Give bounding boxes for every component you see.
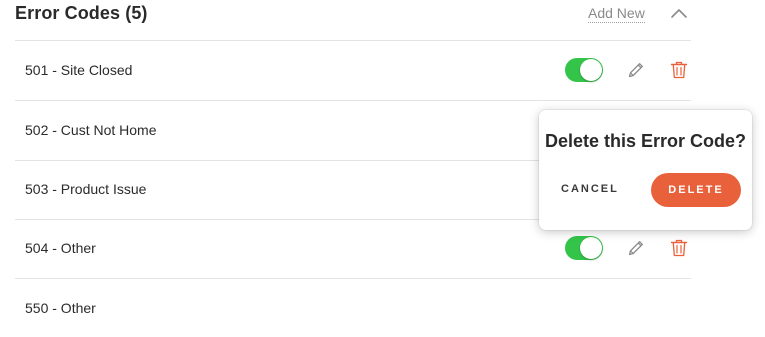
error-code-label: 502 - Cust Not Home: [25, 122, 157, 138]
pencil-icon: [628, 241, 643, 256]
trash-icon: [670, 61, 688, 79]
toggle-knob: [580, 237, 602, 259]
pencil-icon: [628, 63, 643, 78]
enable-toggle[interactable]: [565, 236, 603, 260]
popover-title: Delete this Error Code?: [544, 131, 747, 151]
page-title: Error Codes (5): [15, 3, 148, 23]
add-new-link[interactable]: Add New: [588, 5, 645, 23]
error-code-label: 504 - Other: [25, 240, 96, 256]
chevron-up-icon: [671, 9, 687, 18]
collapse-button[interactable]: [669, 6, 689, 20]
panel-header: Error Codes (5) Add New: [15, 0, 691, 41]
delete-button[interactable]: [670, 238, 688, 258]
error-code-label: 503 - Product Issue: [25, 181, 147, 197]
edit-button[interactable]: [626, 60, 646, 80]
error-code-label: 501 - Site Closed: [25, 62, 133, 78]
delete-confirm-popover: Delete this Error Code? CANCEL DELETE: [539, 110, 752, 230]
cancel-button[interactable]: CANCEL: [561, 183, 619, 195]
error-codes-panel: Error Codes (5) Add New 501 - Site Close…: [0, 0, 765, 337]
enable-toggle[interactable]: [565, 58, 603, 82]
confirm-delete-button[interactable]: DELETE: [651, 173, 741, 207]
trash-icon: [670, 239, 688, 257]
edit-button[interactable]: [626, 238, 646, 258]
error-code-row: 501 - Site Closed: [15, 41, 691, 101]
error-code-row: 550 - Other: [15, 279, 691, 337]
toggle-knob: [580, 59, 602, 81]
error-code-label: 550 - Other: [25, 300, 96, 316]
delete-button[interactable]: [670, 60, 688, 80]
